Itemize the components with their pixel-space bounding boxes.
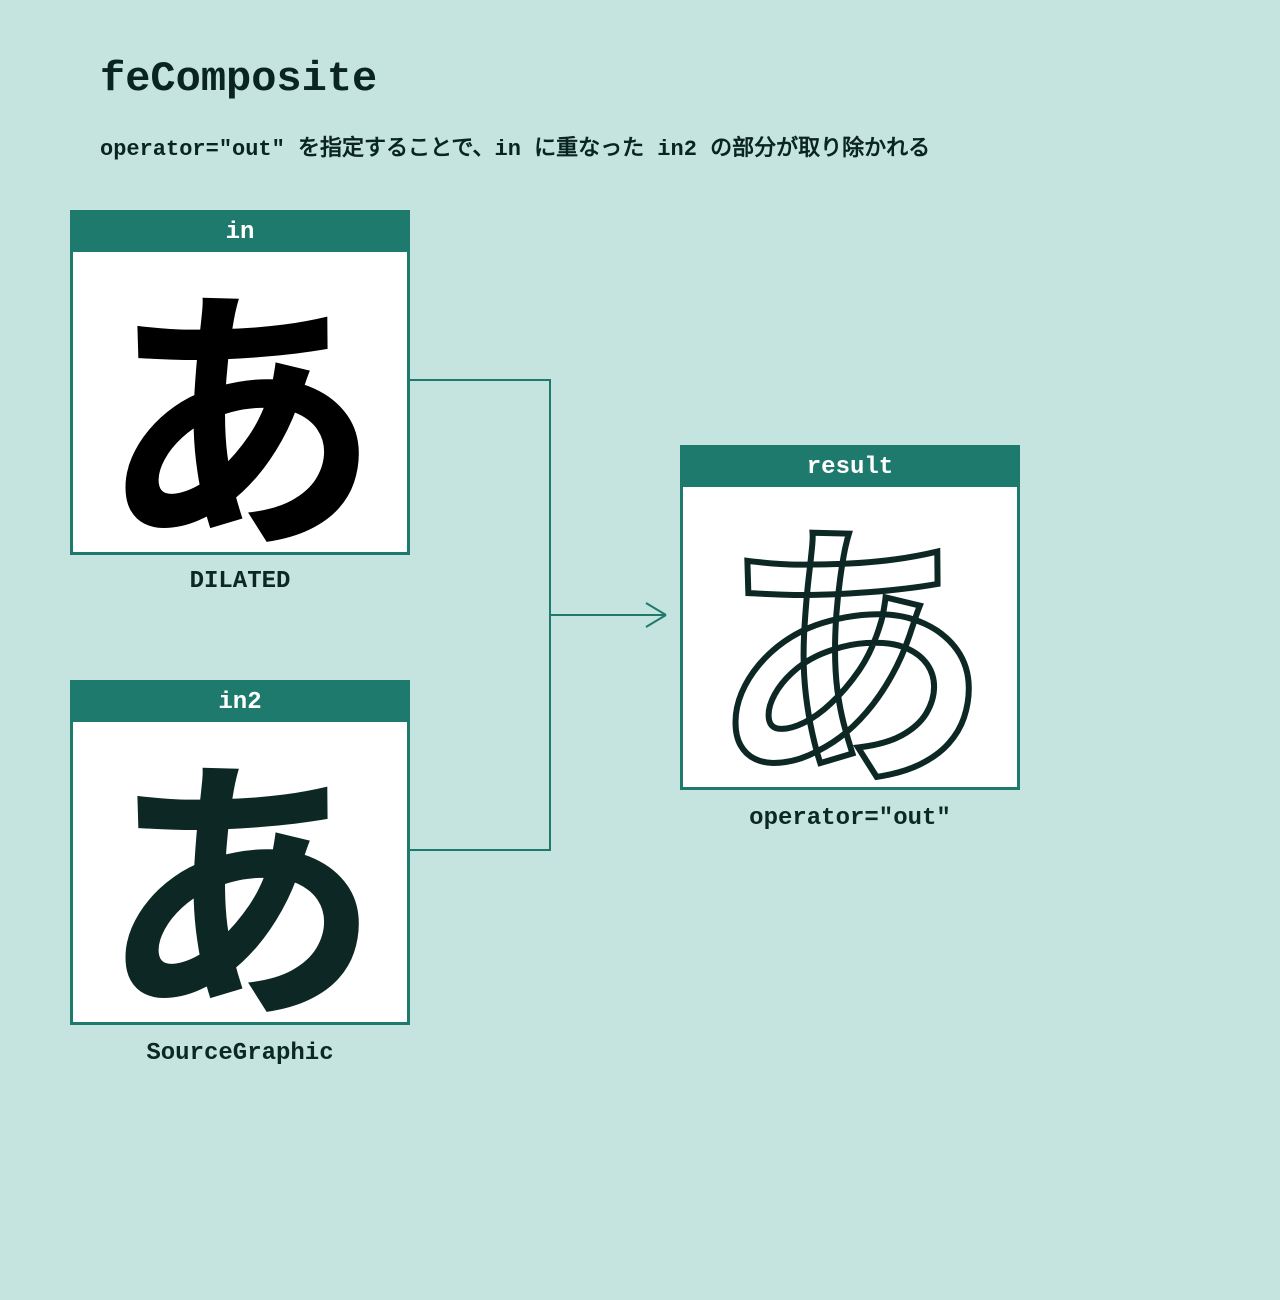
glyph-in2: あ — [100, 732, 380, 1012]
caption-in2: SourceGraphic — [70, 1040, 410, 1067]
card-in2-body: あ — [73, 722, 407, 1022]
card-in2: in2 あ — [70, 680, 410, 1025]
card-in: in あ — [70, 210, 410, 555]
connector-arrow — [410, 375, 680, 855]
caption-in: DILATED — [70, 568, 410, 595]
caption-result: operator="out" — [680, 805, 1020, 832]
card-in-body: あ — [73, 252, 407, 552]
card-result: result あ — [680, 445, 1020, 790]
glyph-in: あ — [100, 262, 380, 542]
glyph-result: あ — [710, 497, 990, 777]
card-result-body: あ — [683, 487, 1017, 787]
diagram-description: operator="out" を指定することで、in に重なった in2 の部分… — [100, 130, 930, 162]
diagram-title: feComposite — [100, 55, 377, 103]
